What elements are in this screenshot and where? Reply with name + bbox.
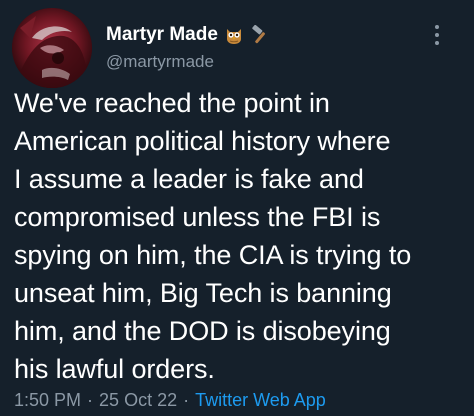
tweet: Martyr Made @martyrmade We've reached th… [0,0,474,416]
avatar-image-icon [12,8,92,88]
owl-emoji-icon [224,25,244,45]
tweet-text-line: his lawful orders. [14,354,215,384]
display-name[interactable]: Martyr Made [106,24,218,46]
tweet-date[interactable]: 25 Oct 22 [99,390,177,411]
meta-separator: · [87,390,94,410]
more-vertical-icon [435,25,439,45]
author-info: Martyr Made @martyrmade [106,22,270,72]
display-name-row: Martyr Made [106,22,270,48]
tweet-text-line: him, and the DOD is disobeying [14,316,391,346]
tweet-text-line: compromised unless the FBI is [14,202,381,232]
source-app-link[interactable]: Twitter Web App [195,390,326,411]
more-options-button[interactable] [426,22,448,48]
hammer-emoji-icon [250,25,270,45]
meta-separator: · [183,390,190,410]
tweet-meta: 1:50 PM · 25 Oct 22 · Twitter Web App [14,390,326,411]
tweet-text-line: unseat him, Big Tech is banning [14,278,392,308]
tweet-text-line: American political history where [14,126,391,156]
avatar[interactable] [12,8,92,88]
tweet-text-line: spying on him, the CIA is trying to [14,240,412,270]
tweet-text-line: I assume a leader is fake and [14,164,364,194]
tweet-time[interactable]: 1:50 PM [14,390,81,411]
tweet-text-line: We've reached the point in [14,88,330,118]
handle[interactable]: @martyrmade [106,52,270,72]
tweet-text: We've reached the point in American poli… [14,84,464,388]
